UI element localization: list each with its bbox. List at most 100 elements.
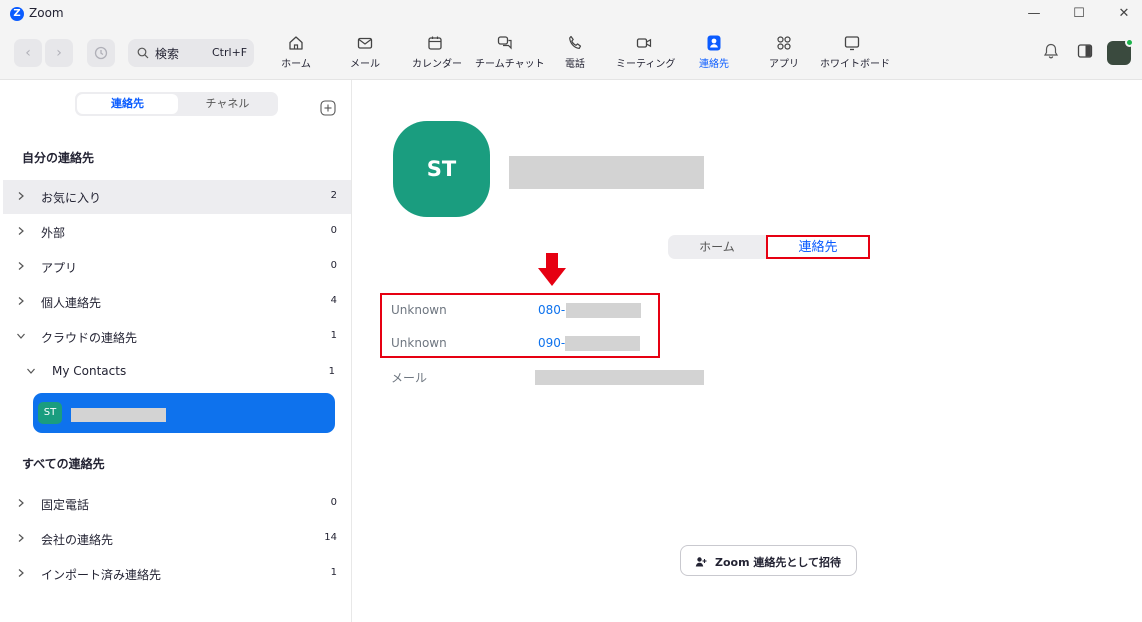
group-imported-contacts[interactable]: インポート済み連絡先 1 [3, 557, 351, 591]
search-icon [137, 47, 149, 59]
tab-contacts[interactable]: 連絡先 [694, 34, 734, 76]
redacted-profile-name [509, 156, 704, 189]
chevron-right-icon [18, 297, 24, 305]
profile-avatar[interactable] [1107, 38, 1134, 65]
field-label-email: メール [391, 371, 428, 385]
tab-contacts-label: 連絡先 [699, 59, 729, 70]
chevron-right-icon [18, 569, 24, 577]
group-label: 会社の連絡先 [41, 533, 114, 547]
main-toolbar: ‹ › 検索 Ctrl+F ホーム メール カレンダー チームチャット 電話 ミ… [0, 28, 1142, 80]
chevron-right-icon [18, 534, 24, 542]
group-label: 外部 [41, 226, 66, 240]
title-bar: Z Zoom — ☐ ✕ [0, 0, 1142, 28]
all-contacts-heading: すべての連絡先 [22, 457, 105, 471]
window-title: Zoom [29, 6, 64, 20]
tab-apps-label: アプリ [769, 59, 799, 70]
calendar-icon [428, 36, 442, 50]
group-count: 14 [324, 532, 337, 543]
maximize-button[interactable]: ☐ [1069, 4, 1089, 24]
chat-icon [497, 36, 512, 50]
chevron-right-icon [18, 499, 24, 507]
invite-button-label: Zoom 連絡先として招待 [715, 556, 842, 569]
apps-icon [777, 36, 791, 50]
contact-profile-avatar: ST [393, 121, 490, 217]
segment-channels[interactable]: チャネル [177, 94, 278, 114]
group-landline[interactable]: 固定電話 0 [3, 487, 351, 521]
redacted-phone-1 [566, 303, 641, 318]
sidebar-segmented-control: 連絡先 チャネル [75, 92, 278, 116]
group-count: 2 [330, 190, 337, 201]
group-count: 0 [330, 225, 337, 236]
profile-tab-home[interactable]: ホーム [668, 237, 766, 257]
profile-tab-contact[interactable]: 連絡先 [766, 235, 870, 259]
subgroup-count: 1 [328, 366, 335, 377]
video-icon [636, 38, 652, 48]
side-panel-icon[interactable] [1076, 42, 1094, 60]
group-apps[interactable]: アプリ 0 [3, 250, 351, 284]
tab-whiteboard-label: ホワイトボード [820, 59, 890, 70]
tab-meetings[interactable]: ミーティング [616, 34, 676, 76]
whiteboard-icon [844, 36, 860, 51]
tab-meetings-label: ミーティング [616, 59, 676, 70]
contacts-icon [707, 35, 721, 51]
forward-button[interactable]: › [45, 39, 73, 67]
field-value-phone-1[interactable]: 080- [538, 303, 565, 317]
redacted-email [535, 370, 704, 385]
chevron-right-icon [18, 192, 24, 200]
field-value-phone-2[interactable]: 090- [538, 336, 565, 350]
back-button[interactable]: ‹ [14, 39, 42, 67]
tab-calendar[interactable]: カレンダー [412, 34, 462, 76]
group-label: 固定電話 [41, 498, 90, 512]
contacts-sidebar: 連絡先 チャネル 自分の連絡先 お気に入り 2 外部 0 アプリ 0 個人連絡先… [0, 80, 352, 622]
group-label: インポート済み連絡先 [41, 568, 162, 582]
tab-mail-label: メール [350, 59, 380, 70]
group-count: 1 [330, 567, 337, 578]
tab-mail[interactable]: メール [347, 34, 383, 76]
chevron-down-icon [27, 368, 35, 374]
search-label: 検索 [155, 47, 180, 61]
tab-phone-label: 電話 [565, 59, 585, 70]
group-count: 0 [330, 260, 337, 271]
subgroup-label: My Contacts [52, 364, 127, 378]
group-label: 個人連絡先 [41, 296, 102, 310]
group-company-contacts[interactable]: 会社の連絡先 14 [3, 522, 351, 556]
group-label: アプリ [41, 261, 78, 275]
tab-team-chat[interactable]: チームチャット [475, 34, 545, 76]
field-label-phone-1: Unknown [391, 303, 447, 317]
invite-as-zoom-contact-button[interactable]: Zoom 連絡先として招待 [680, 545, 857, 576]
contact-avatar: ST [38, 402, 62, 424]
subgroup-my-contacts[interactable]: My Contacts 1 [22, 356, 351, 388]
bell-icon[interactable] [1042, 42, 1060, 60]
chevron-right-icon [18, 227, 24, 235]
redacted-phone-2 [565, 336, 640, 351]
group-label: お気に入り [41, 191, 102, 205]
profile-tabs: ホーム 連絡先 [668, 235, 870, 259]
group-count: 1 [330, 330, 337, 341]
history-icon [94, 46, 108, 60]
chevron-down-icon [17, 333, 25, 339]
search-input[interactable]: 検索 Ctrl+F [128, 39, 254, 67]
zoom-logo-icon: Z [10, 7, 24, 21]
search-shortcut: Ctrl+F [212, 46, 248, 59]
online-status-dot [1125, 38, 1134, 47]
field-label-phone-2: Unknown [391, 336, 447, 350]
tab-home[interactable]: ホーム [278, 34, 314, 76]
tab-phone[interactable]: 電話 [560, 34, 590, 76]
group-external[interactable]: 外部 0 [3, 215, 351, 249]
group-favorites[interactable]: お気に入り 2 [3, 180, 351, 214]
group-cloud-contacts[interactable]: クラウドの連絡先 1 [3, 320, 351, 354]
group-count: 4 [330, 295, 337, 306]
home-icon [289, 36, 303, 50]
selected-contact-row[interactable]: ST [33, 393, 335, 433]
tab-home-label: ホーム [281, 59, 311, 70]
close-button[interactable]: ✕ [1114, 4, 1134, 24]
group-personal-contacts[interactable]: 個人連絡先 4 [3, 285, 351, 319]
tab-calendar-label: カレンダー [412, 59, 462, 70]
history-button[interactable] [87, 39, 115, 67]
tab-apps[interactable]: アプリ [769, 34, 799, 76]
segment-contacts[interactable]: 連絡先 [77, 94, 178, 114]
minimize-button[interactable]: — [1024, 4, 1044, 24]
add-contact-icon[interactable] [320, 100, 336, 116]
add-user-icon [695, 557, 707, 567]
tab-whiteboard[interactable]: ホワイトボード [820, 34, 890, 76]
